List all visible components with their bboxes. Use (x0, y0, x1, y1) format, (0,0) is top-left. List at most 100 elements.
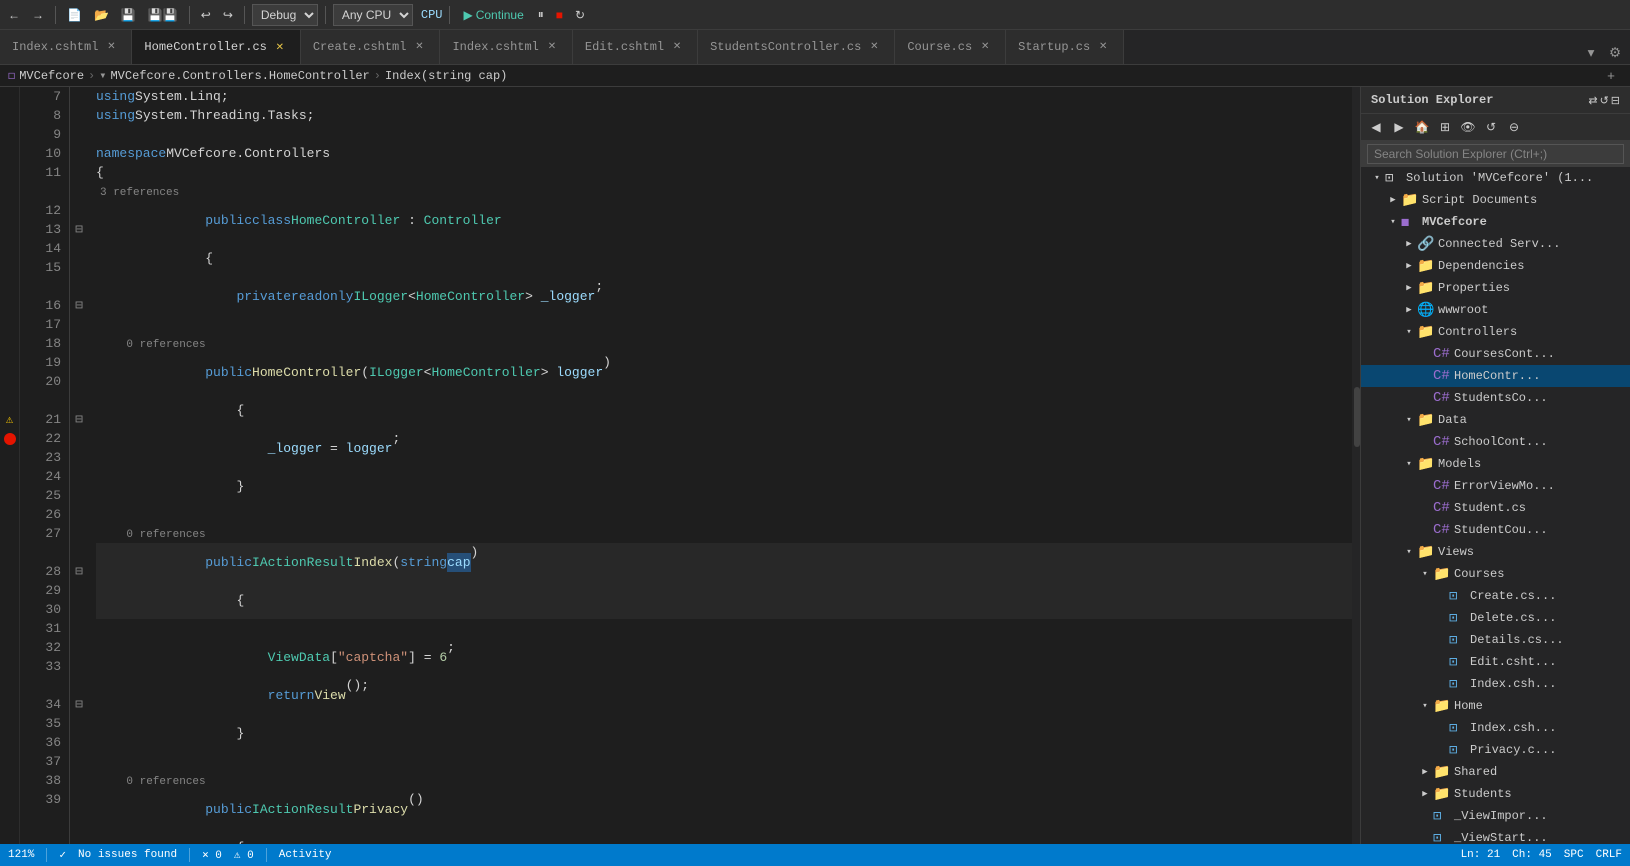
tree-item-delete-cshtml[interactable]: ⊡ Delete.cs... (1361, 607, 1630, 629)
collapse-btn-privacy[interactable]: ⊟ (70, 562, 88, 581)
tree-item-views[interactable]: ▾ 📁 Views (1361, 541, 1630, 563)
tab-settings-btn[interactable]: ⚙ (1604, 42, 1626, 64)
tab-edit-cshtml[interactable]: Edit.cshtml ✕ (573, 30, 698, 64)
tab-index-cshtml-2[interactable]: Index.cshtml ✕ (440, 30, 572, 64)
sidebar-toolbar-btn7[interactable]: ⊖ (1503, 116, 1525, 138)
restart-btn[interactable]: ↻ (571, 6, 589, 24)
collapse-btn-error[interactable]: ⊟ (70, 695, 88, 714)
sidebar-toolbar-btn3[interactable]: 🏠 (1411, 116, 1433, 138)
tab-close-btn[interactable]: ✕ (544, 39, 560, 55)
sidebar-toolbar-btn6[interactable]: ↺ (1480, 116, 1502, 138)
tree-item-courses-folder[interactable]: ▾ 📁 Courses (1361, 563, 1630, 585)
tab-course-cs[interactable]: Course.cs ✕ (895, 30, 1006, 64)
tree-item-shared[interactable]: ▶ 📁 Shared (1361, 761, 1630, 783)
tab-homecontroller[interactable]: HomeController.cs ✕ (132, 30, 300, 64)
tree-item-project[interactable]: ▾ ◼ MVCefcore (1361, 211, 1630, 233)
tree-item-controllers[interactable]: ▾ 📁 Controllers (1361, 321, 1630, 343)
tree-label: Student.cs (1454, 501, 1526, 515)
tree-item-school[interactable]: C# SchoolCont... (1361, 431, 1630, 453)
tree-item-home-ctrl[interactable]: C# HomeContr... (1361, 365, 1630, 387)
breadcrumb-method[interactable]: Index(string cap) (385, 69, 507, 83)
breadcrumb-path[interactable]: MVCefcore.Controllers.HomeController (110, 69, 369, 83)
sidebar-sync-btn[interactable]: ⇄ (1588, 94, 1597, 107)
cpu-dropdown[interactable]: Any CPU (333, 4, 413, 26)
undo-btn[interactable]: ↩ (197, 6, 215, 24)
status-no-issues: No issues found (78, 849, 177, 861)
continue-btn[interactable]: ▶ Continue (457, 6, 529, 24)
tree-item-privacy-cshtml[interactable]: ⊡ Privacy.c... (1361, 739, 1630, 761)
back-btn[interactable]: ← (4, 6, 24, 24)
sidebar-toolbar-btn5[interactable]: 👁 (1457, 116, 1479, 138)
status-line-ending[interactable]: CRLF (1596, 849, 1622, 861)
tree-item-wwwroot[interactable]: ▶ 🌐 wwwroot (1361, 299, 1630, 321)
collapse-btn-class[interactable]: ⊟ (70, 220, 88, 239)
breadcrumb-add-btn[interactable]: + (1600, 65, 1622, 87)
stop-btn[interactable]: ■ (552, 6, 567, 24)
tab-list-btn[interactable]: ▾ (1580, 42, 1602, 64)
open-btn[interactable]: 📂 (90, 6, 113, 24)
tree-item-viewstart[interactable]: ⊡ _ViewStart... (1361, 827, 1630, 844)
tree-item-edit-cshtml[interactable]: ⊡ Edit.csht... (1361, 651, 1630, 673)
tree-item-index-home-cshtml[interactable]: ⊡ Index.csh... (1361, 717, 1630, 739)
tree-item-models[interactable]: ▾ 📁 Models (1361, 453, 1630, 475)
tab-close-btn[interactable]: ✕ (272, 39, 288, 55)
breadcrumb-project[interactable]: MVCefcore (19, 69, 84, 83)
sep3 (244, 6, 245, 24)
tree-item-solution[interactable]: ▾ ⊡ Solution 'MVCefcore' (1... (1361, 167, 1630, 189)
search-input[interactable] (1367, 144, 1624, 164)
tab-index-cshtml-1[interactable]: Index.cshtml ✕ (0, 30, 132, 64)
save-btn[interactable]: 💾 (117, 6, 140, 24)
status-line[interactable]: Ln: 21 (1461, 849, 1501, 861)
forward-btn[interactable]: → (28, 6, 48, 24)
tree-item-connected[interactable]: ▶ 🔗 Connected Serv... (1361, 233, 1630, 255)
sidebar-toolbar-btn2[interactable]: ▶ (1388, 116, 1410, 138)
tab-close-btn[interactable]: ✕ (411, 39, 427, 55)
tab-close-btn[interactable]: ✕ (1095, 39, 1111, 55)
folder-icon: 📁 (1401, 192, 1419, 209)
pause-btn[interactable]: ⏸ (534, 5, 548, 24)
tree-item-create-cshtml[interactable]: ⊡ Create.cs... (1361, 585, 1630, 607)
tree-item-index-courses-cshtml[interactable]: ⊡ Index.csh... (1361, 673, 1630, 695)
sidebar-toolbar-btn1[interactable]: ◀ (1365, 116, 1387, 138)
tree-arrow (1417, 811, 1433, 821)
tab-studentscontroller[interactable]: StudentsController.cs ✕ (698, 30, 895, 64)
collapse-btn-index[interactable]: ⊟ (70, 410, 88, 429)
tab-close-btn[interactable]: ✕ (977, 39, 993, 55)
status-col[interactable]: Ch: 45 (1512, 849, 1552, 861)
tree-item-studentcourse[interactable]: C# StudentCou... (1361, 519, 1630, 541)
search-box (1361, 141, 1630, 167)
tree-item-deps[interactable]: ▶ 📁 Dependencies (1361, 255, 1630, 277)
tree-item-scripts[interactable]: ▶ 📁 Script Documents (1361, 189, 1630, 211)
tab-create-cshtml[interactable]: Create.cshtml ✕ (301, 30, 441, 64)
collapse-btn-ctor[interactable]: ⊟ (70, 296, 88, 315)
tab-close-btn[interactable]: ✕ (669, 39, 685, 55)
sidebar-collapse-btn[interactable]: ⊟ (1611, 94, 1620, 107)
status-zoom[interactable]: 121% (8, 849, 34, 861)
status-encoding[interactable]: SPC (1564, 849, 1584, 861)
tree-item-viewimports[interactable]: ⊡ _ViewImpor... (1361, 805, 1630, 827)
tree-item-home-folder[interactable]: ▾ 📁 Home (1361, 695, 1630, 717)
gutter-margin: ⚠ (0, 87, 20, 844)
tree-label: MVCefcore (1422, 215, 1487, 229)
folder-icon: 📁 (1417, 258, 1435, 275)
debug-dropdown[interactable]: Debug (252, 4, 318, 26)
save-all-btn[interactable]: 💾💾 (144, 6, 182, 24)
sidebar-refresh-btn[interactable]: ↺ (1600, 94, 1609, 107)
tree-item-courses-ctrl[interactable]: C# CoursesCont... (1361, 343, 1630, 365)
tree-item-student[interactable]: C# Student.cs (1361, 497, 1630, 519)
code-content-area[interactable]: using System.Linq; using System.Threadin… (88, 87, 1352, 844)
tree-item-data[interactable]: ▾ 📁 Data (1361, 409, 1630, 431)
redo-btn[interactable]: ↪ (219, 6, 237, 24)
status-sep3 (266, 848, 267, 862)
tree-item-students-folder[interactable]: ▶ 📁 Students (1361, 783, 1630, 805)
tree-item-students-ctrl[interactable]: C# StudentsCo... (1361, 387, 1630, 409)
gutter-row (0, 334, 19, 353)
tab-close-btn[interactable]: ✕ (866, 39, 882, 55)
new-file-btn[interactable]: 📄 (63, 6, 86, 24)
tree-item-errorvm[interactable]: C# ErrorViewMo... (1361, 475, 1630, 497)
tree-item-details-cshtml[interactable]: ⊡ Details.cs... (1361, 629, 1630, 651)
tab-startup-cs[interactable]: Startup.cs ✕ (1006, 30, 1124, 64)
sidebar-toolbar-btn4[interactable]: ⊞ (1434, 116, 1456, 138)
tree-item-properties[interactable]: ▶ 📁 Properties (1361, 277, 1630, 299)
tab-close-btn[interactable]: ✕ (103, 39, 119, 55)
